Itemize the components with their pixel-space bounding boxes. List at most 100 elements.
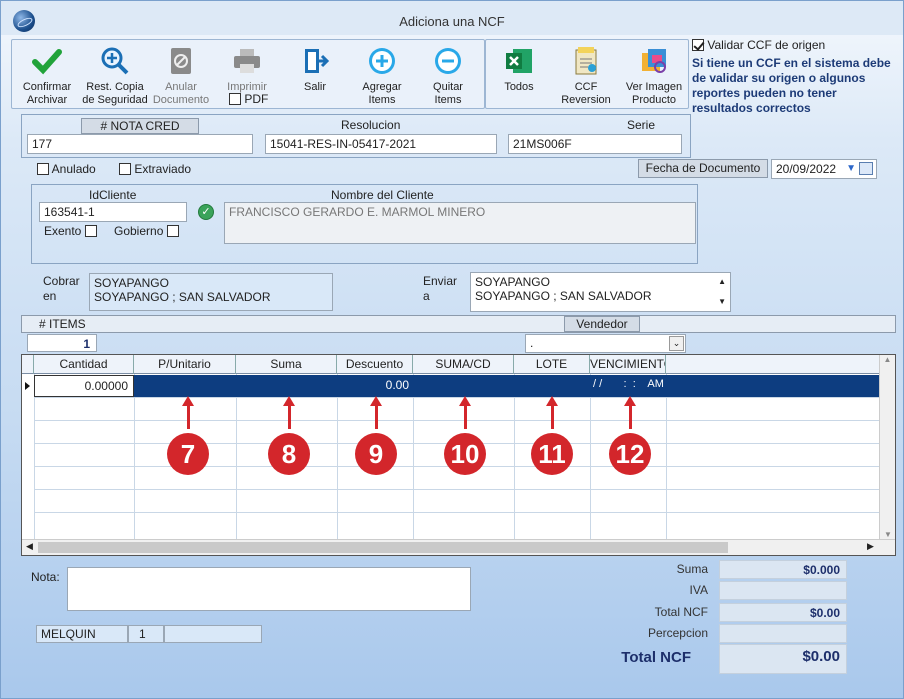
suma-label: Suma (676, 562, 708, 576)
anulado-option[interactable]: Anulado (37, 162, 96, 176)
exento-checkbox[interactable] (84, 225, 97, 237)
resolucion-label: Resolucion (341, 118, 401, 132)
hscroll-thumb[interactable] (38, 542, 728, 553)
export-all-button[interactable]: Todos (493, 45, 545, 94)
void-document-icon (171, 48, 191, 74)
grid-hscrollbar[interactable]: ◀ ▶ (22, 539, 895, 555)
marker-11: 11 (531, 433, 573, 475)
col-lote[interactable]: LOTE (514, 355, 590, 374)
validate-ccf-checkbox[interactable] (692, 39, 704, 51)
marker-arrow (283, 396, 295, 429)
pdf-checkbox[interactable] (229, 93, 241, 105)
ccf-document-icon (575, 47, 597, 75)
minus-circle-icon (435, 48, 461, 74)
nombre-cliente-field[interactable]: FRANCISCO GERARDO E. MARMOL MINERO (224, 202, 696, 244)
percepcion-value (719, 624, 847, 643)
chevron-down-icon[interactable]: ⌄ (669, 336, 684, 351)
view-image-button[interactable]: Ver Imagen Producto (623, 45, 685, 107)
product-image-icon (642, 49, 666, 73)
title-bar: Adiciona una NCF (1, 1, 903, 35)
enviar-label-2: a (423, 289, 430, 303)
remove-items-label: Quitar Items (433, 81, 463, 106)
excel-icon (506, 49, 532, 73)
calendar-icon[interactable] (859, 162, 873, 175)
cobrar-line-2: SOYAPANGO ; SAN SALVADOR (94, 290, 271, 304)
selected-row[interactable] (134, 375, 879, 397)
marker-10: 10 (444, 433, 486, 475)
enviar-address[interactable]: SOYAPANGO SOYAPANGO ; SAN SALVADOR ▲ ▼ (470, 272, 731, 312)
exit-button[interactable]: Salir (291, 45, 339, 94)
exento-option[interactable]: Exento (44, 224, 97, 238)
marker-9: 9 (355, 433, 397, 475)
cell-vencimiento[interactable]: / / : : AM (592, 375, 666, 397)
pdf-option[interactable]: PDF (229, 92, 268, 106)
id-cliente-field[interactable]: 163541-1 (39, 202, 187, 222)
enviar-line-1: SOYAPANGO (475, 275, 550, 289)
main-window: Adiciona una NCF Confirmar Archivar Rest… (0, 0, 904, 699)
col-suma[interactable]: Suma (236, 355, 337, 374)
nombre-cliente-label: Nombre del Cliente (331, 188, 434, 202)
extraviado-checkbox[interactable] (119, 163, 131, 175)
cell-cantidad[interactable]: 0.00000 (34, 375, 134, 397)
confirm-button[interactable]: Confirmar Archivar (15, 45, 79, 107)
backup-label: Rest. Copia de Seguridad (82, 81, 148, 106)
fecha-field[interactable]: 20/09/2022 ▼ (771, 159, 877, 179)
void-button[interactable]: Anular Documento (151, 45, 211, 107)
col-vencimiento[interactable]: VENCIMIENTO (590, 355, 666, 374)
resolucion-field[interactable]: 15041-RES-IN-05417-2021 (265, 134, 497, 154)
vendedor-value: . (530, 336, 534, 350)
anulado-checkbox[interactable] (37, 163, 49, 175)
export-all-label: Todos (504, 81, 534, 93)
anulado-label: Anulado (51, 162, 96, 176)
nota-field[interactable]: 177 (27, 134, 253, 154)
enviar-label: Enviar (423, 274, 458, 288)
col-filler (666, 355, 879, 374)
scroll-down-icon[interactable]: ▼ (880, 530, 895, 539)
marker-arrow (182, 396, 194, 429)
check-icon (32, 49, 62, 75)
cobrar-label: Cobrar (43, 274, 80, 288)
cobrar-address[interactable]: SOYAPANGO SOYAPANGO ; SAN SALVADOR (89, 273, 333, 311)
grid-vscrollbar[interactable]: ▲ ▼ (879, 355, 895, 541)
validate-ccf-label: Validar CCF de origen (707, 38, 826, 52)
col-suma-cd[interactable]: SUMA/CD (413, 355, 514, 374)
total-ncf-label: Total NCF (654, 605, 708, 619)
chevron-down-icon[interactable]: ▼ (846, 163, 856, 174)
iva-value (719, 581, 847, 600)
gobierno-checkbox[interactable] (166, 225, 179, 237)
grand-total-value: $0.00 (719, 644, 847, 674)
cell-descuento[interactable]: 0.00 (337, 375, 413, 397)
extraviado-label: Extraviado (134, 162, 192, 176)
scroll-up-icon[interactable]: ▲ (880, 355, 895, 364)
vendedor-label: Vendedor (564, 316, 640, 332)
nota-textarea[interactable] (67, 567, 471, 611)
percepcion-label: Percepcion (647, 626, 708, 640)
backup-button[interactable]: Rest. Copia de Seguridad (81, 45, 149, 107)
cobrar-label-2: en (43, 289, 57, 303)
print-button[interactable]: Imprimir (217, 45, 277, 94)
col-cantidad[interactable]: Cantidad (34, 355, 134, 374)
vendedor-select[interactable]: . ⌄ (525, 334, 686, 353)
scroll-up-icon[interactable]: ▲ (718, 275, 726, 289)
marker-arrow (546, 396, 558, 429)
user-status: MELQUIN (36, 625, 128, 643)
serie-field[interactable]: 21MS006F (508, 134, 682, 154)
verify-client-icon[interactable]: ✓ (198, 204, 214, 220)
zoom-plus-icon (101, 47, 129, 75)
exit-door-icon (305, 49, 330, 73)
marker-arrow (370, 396, 382, 429)
col-punitario[interactable]: P/Unitario (134, 355, 236, 374)
grand-total-label: Total NCF (621, 649, 691, 666)
col-descuento[interactable]: Descuento (337, 355, 413, 374)
add-items-button[interactable]: Agregar Items (353, 45, 411, 107)
scroll-left-icon[interactable]: ◀ (26, 541, 33, 552)
remove-items-button[interactable]: Quitar Items (419, 45, 477, 107)
extraviado-option[interactable]: Extraviado (119, 162, 191, 176)
cobrar-line-1: SOYAPANGO (94, 276, 169, 290)
scroll-right-icon[interactable]: ▶ (867, 541, 874, 552)
validate-ccf-option[interactable]: Validar CCF de origen (692, 38, 825, 52)
fecha-label: Fecha de Documento (638, 159, 768, 178)
gobierno-option[interactable]: Gobierno (114, 224, 179, 238)
ccf-reversion-button[interactable]: CCF Reversion (557, 45, 615, 107)
scroll-down-icon[interactable]: ▼ (718, 295, 726, 309)
